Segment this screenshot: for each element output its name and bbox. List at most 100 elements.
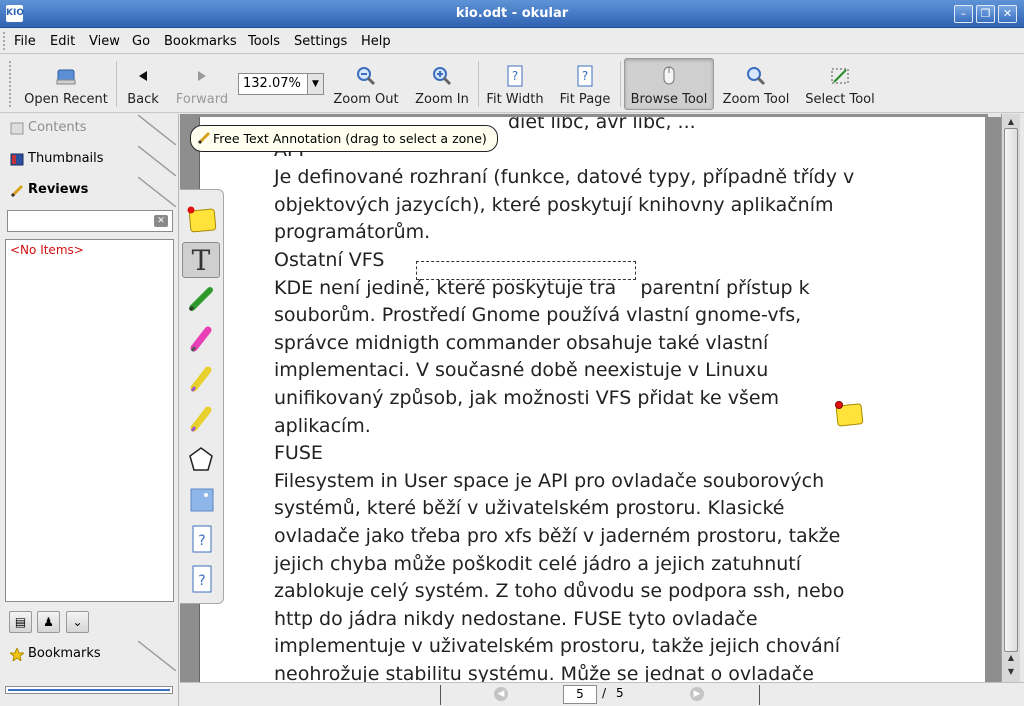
mouse-icon	[663, 66, 675, 85]
page-number-field[interactable]: 5	[563, 685, 597, 704]
pencil-icon	[197, 131, 211, 145]
tab-bookmarks[interactable]: Bookmarks	[4, 641, 176, 671]
browse-tool-button[interactable]: Browse Tool	[624, 58, 714, 110]
text-icon: T	[192, 244, 211, 277]
annotation-toolbar: T ? ?	[180, 189, 224, 604]
options-button[interactable]: ⌄	[66, 611, 89, 633]
freehand-line-button[interactable]	[182, 282, 220, 318]
green-pen-icon	[188, 287, 213, 312]
next-page-icon[interactable]: ▶	[690, 687, 704, 701]
help-annotation-button[interactable]: ?	[182, 522, 220, 558]
status-bar: ◀ 5 / 5 ▶	[180, 682, 1024, 706]
menu-bookmarks[interactable]: Bookmarks	[159, 30, 242, 52]
fit-page-label: Fit Page	[559, 92, 611, 107]
zoom-tool-button[interactable]: Zoom Tool	[720, 58, 792, 110]
page-separator: /	[602, 686, 607, 700]
scrollbar-thumb[interactable]	[1004, 128, 1018, 652]
highlighter-yellow-button[interactable]	[182, 362, 220, 398]
svg-text:?: ?	[198, 573, 205, 589]
tooltip-text: Free Text Annotation (drag to select a z…	[213, 131, 487, 146]
zoom-out-icon	[357, 67, 376, 86]
chevron-down-icon[interactable]: ▼	[307, 74, 323, 94]
fit-page-icon: ?	[577, 65, 593, 87]
contents-icon	[10, 122, 24, 135]
zoom-combobox[interactable]: 132.07% ▼	[238, 73, 324, 95]
select-tool-button[interactable]: Select Tool	[802, 58, 878, 110]
stamp-button[interactable]	[182, 482, 220, 518]
clear-icon[interactable]: ✕	[154, 215, 168, 227]
polygon-button[interactable]	[182, 442, 220, 478]
document-scrollbar[interactable]: ▲ ▲ ▼	[1001, 114, 1020, 682]
thumbnails-icon	[10, 153, 24, 166]
tab-contents[interactable]: Contents	[4, 115, 176, 145]
fit-page-button[interactable]: ? Fit Page	[556, 58, 614, 110]
help-page-icon: ?	[192, 525, 212, 553]
group-by-author-button[interactable]: ♟	[37, 611, 60, 633]
back-arrow-icon	[139, 71, 147, 81]
menu-view[interactable]: View	[84, 30, 125, 52]
open-recent-label: Open Recent	[24, 92, 108, 107]
scroll-up-icon[interactable]: ▲	[1004, 652, 1018, 664]
forward-arrow-icon	[198, 71, 206, 81]
page-margin	[985, 117, 1001, 682]
toolbar-grip[interactable]	[9, 61, 12, 107]
toolbar-separator	[620, 61, 621, 107]
menu-tools[interactable]: Tools	[243, 30, 285, 52]
maximize-button[interactable]: ❐	[976, 5, 995, 23]
free-text-button[interactable]: T	[182, 242, 220, 278]
menu-go[interactable]: Go	[127, 30, 155, 52]
fit-width-button[interactable]: ? Fit Width	[484, 58, 546, 110]
highlighter-pink-button[interactable]	[182, 322, 220, 358]
text-line: implementaci. V současné době neexistuje…	[274, 359, 769, 382]
text-line: aplikacím.	[274, 414, 371, 437]
close-button[interactable]: ✕	[998, 5, 1017, 23]
yellow-pencil-icon	[190, 406, 212, 432]
pencil-icon	[10, 184, 24, 197]
pop-up-note-button[interactable]	[182, 202, 220, 238]
fit-width-icon: ?	[507, 65, 523, 87]
menu-edit[interactable]: Edit	[45, 30, 80, 52]
back-button[interactable]: Back	[122, 58, 164, 110]
underline-button[interactable]	[182, 402, 220, 438]
reviews-list[interactable]: <No Items>	[5, 239, 174, 602]
zoom-in-button[interactable]: Zoom In	[412, 58, 472, 110]
page-total: 5	[616, 686, 624, 700]
stamp-icon	[190, 488, 214, 512]
reviews-filter-input[interactable]	[8, 211, 148, 231]
user-icon: ♟	[43, 615, 54, 629]
scroll-down-icon[interactable]: ▼	[1004, 666, 1018, 678]
text-line: http do jádra nikdy nedostane. FUSE tyto…	[274, 607, 758, 630]
yellow-marker-icon	[190, 366, 212, 392]
text-line: neohrožuje stabilitu systému. Může se je…	[274, 662, 814, 682]
sidebar-scrollbar[interactable]	[5, 686, 173, 694]
zoom-value: 132.07%	[243, 76, 301, 91]
annotation-selection-zone[interactable]	[416, 261, 636, 280]
forward-button[interactable]: Forward	[172, 58, 232, 110]
text-line: programátorům.	[274, 221, 431, 244]
note-annotation-icon[interactable]	[834, 401, 864, 427]
scroll-up-icon[interactable]: ▲	[1004, 116, 1018, 128]
sidebar: Contents Thumbnails Reviews ✕ <No Items>…	[0, 114, 179, 706]
previous-page-icon[interactable]: ◀	[494, 687, 508, 701]
star-icon	[10, 648, 24, 661]
tab-thumbnails[interactable]: Thumbnails	[4, 146, 176, 176]
chevron-down-icon: ⌄	[72, 615, 83, 629]
document-page[interactable]: diet libc, avr libc, ... API Je definova…	[199, 117, 985, 682]
help-annotation-button-2[interactable]: ?	[182, 562, 220, 598]
text-line: správce midnigth commander obsahuje také…	[274, 331, 769, 354]
svg-text:T: T	[192, 244, 211, 277]
menu-file[interactable]: File	[9, 30, 41, 52]
zoom-out-button[interactable]: Zoom Out	[332, 58, 400, 110]
menubar-grip[interactable]	[3, 32, 6, 50]
menu-help[interactable]: Help	[356, 30, 396, 52]
minimize-button[interactable]: –	[954, 5, 973, 23]
svg-text:?: ?	[198, 533, 205, 549]
text-line: objektových jazycích), které poskytují k…	[274, 193, 834, 216]
status-separator	[440, 685, 441, 705]
tab-reviews[interactable]: Reviews	[4, 177, 176, 207]
group-by-page-button[interactable]: ▤	[9, 611, 32, 633]
fit-width-label: Fit Width	[486, 92, 544, 107]
open-recent-button[interactable]: Open Recent	[22, 58, 110, 110]
menu-settings[interactable]: Settings	[289, 30, 352, 52]
reviews-filter-field[interactable]: ✕	[7, 210, 173, 232]
